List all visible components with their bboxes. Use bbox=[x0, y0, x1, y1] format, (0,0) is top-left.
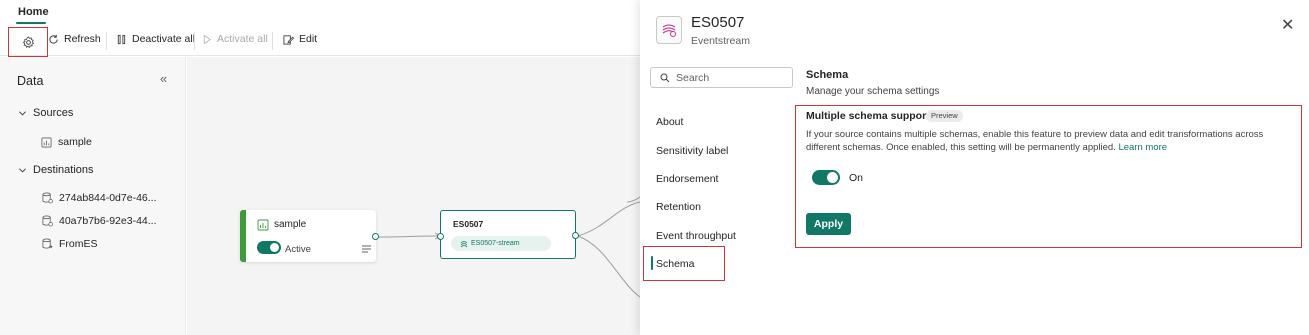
toggle-state-label: On bbox=[849, 172, 864, 184]
preview-badge: Preview bbox=[926, 110, 963, 122]
settings-panel: ES0507 Eventstream ✕ About Sensitivity l… bbox=[640, 0, 1309, 335]
edit-icon bbox=[283, 34, 294, 45]
eventstream-node-name: ES0507 bbox=[453, 219, 484, 229]
sample-data-icon bbox=[257, 219, 269, 231]
data-pane-title: Data bbox=[17, 74, 44, 88]
deactivate-all-label: Deactivate all bbox=[132, 33, 196, 45]
pause-icon bbox=[117, 34, 126, 44]
source-output-port[interactable] bbox=[372, 233, 379, 240]
toolbar-separator bbox=[106, 32, 107, 50]
refresh-button[interactable]: Refresh bbox=[48, 33, 101, 45]
multiple-schema-toggle[interactable] bbox=[812, 170, 840, 185]
toolbar-separator bbox=[194, 32, 195, 50]
stream-pill[interactable]: ES0507-stream bbox=[451, 236, 551, 251]
edit-label: Edit bbox=[299, 33, 318, 45]
collapse-pane-icon[interactable]: « bbox=[160, 71, 167, 86]
section-title: Schema bbox=[806, 69, 849, 81]
panel-title: ES0507 bbox=[691, 14, 745, 31]
stream-destination-icon bbox=[42, 238, 53, 249]
destination-item-label: FromES bbox=[59, 238, 98, 250]
eventstream-input-port[interactable] bbox=[437, 233, 444, 240]
panel-subtitle: Eventstream bbox=[691, 35, 750, 47]
toolbar-separator bbox=[272, 32, 273, 50]
source-node-status: Active bbox=[285, 244, 311, 255]
data-pane: Data « Sources sample Destinations 274ab… bbox=[0, 57, 186, 335]
stream-icon bbox=[460, 240, 468, 247]
apply-button[interactable]: Apply bbox=[806, 213, 851, 235]
ribbon-tabbar: Home bbox=[0, 0, 640, 26]
refresh-label: Refresh bbox=[64, 33, 101, 45]
stream-name: ES0507-stream bbox=[471, 240, 520, 247]
sample-data-icon bbox=[41, 137, 52, 147]
learn-more-link[interactable]: Learn more bbox=[1118, 142, 1167, 153]
destination-item[interactable]: 40a7b7b6-92e3-44... bbox=[42, 215, 157, 227]
destinations-label: Destinations bbox=[33, 164, 94, 176]
eventstream-canvas[interactable]: sample Active ES0507 ES0507-stream bbox=[187, 57, 640, 335]
source-item[interactable]: sample bbox=[41, 136, 92, 148]
activate-all-button[interactable]: Activate all bbox=[202, 33, 268, 45]
nav-retention[interactable]: Retention bbox=[656, 201, 701, 213]
settings-search[interactable] bbox=[650, 67, 793, 88]
play-icon bbox=[203, 34, 212, 44]
nav-about[interactable]: About bbox=[656, 116, 683, 128]
destination-item[interactable]: 274ab844-0d7e-46... bbox=[42, 192, 157, 204]
source-item-label: sample bbox=[58, 136, 92, 148]
nav-schema[interactable]: Schema bbox=[656, 258, 695, 270]
tab-home-underline bbox=[16, 22, 46, 24]
option-description: If your source contains multiple schemas… bbox=[806, 128, 1294, 154]
nav-active-indicator bbox=[651, 256, 653, 270]
nav-event-throughput[interactable]: Event throughput bbox=[656, 230, 736, 242]
destinations-group[interactable]: Destinations bbox=[18, 164, 94, 176]
toolbar: Refresh Deactivate all Activate all Edit bbox=[0, 26, 640, 56]
destination-item-label: 274ab844-0d7e-46... bbox=[59, 192, 157, 204]
gear-icon bbox=[22, 35, 34, 48]
chevron-down-icon bbox=[18, 110, 27, 116]
option-description-text: If your source contains multiple schemas… bbox=[806, 129, 1264, 153]
deactivate-all-button[interactable]: Deactivate all bbox=[116, 33, 195, 45]
search-icon bbox=[660, 73, 670, 82]
edit-button[interactable]: Edit bbox=[283, 33, 317, 45]
destination-item[interactable]: FromES bbox=[42, 238, 98, 250]
destination-item-label: 40a7b7b6-92e3-44... bbox=[59, 215, 157, 227]
settings-button[interactable] bbox=[8, 27, 48, 57]
source-node-name: sample bbox=[274, 219, 307, 230]
connector-lines bbox=[378, 196, 640, 298]
nav-endorsement[interactable]: Endorsement bbox=[656, 173, 718, 185]
lakehouse-icon bbox=[42, 215, 53, 227]
eventstream-node[interactable]: ES0507 ES0507-stream bbox=[440, 210, 576, 259]
eventstream-logo bbox=[656, 16, 682, 44]
search-input[interactable] bbox=[676, 71, 786, 84]
section-subtitle: Manage your schema settings bbox=[806, 86, 940, 97]
eventstream-output-port[interactable] bbox=[572, 232, 579, 239]
lakehouse-icon bbox=[42, 192, 53, 204]
tab-home[interactable]: Home bbox=[18, 6, 49, 18]
nav-sensitivity-label[interactable]: Sensitivity label bbox=[656, 145, 728, 157]
option-title: Multiple schema support bbox=[806, 110, 930, 122]
sources-group[interactable]: Sources bbox=[18, 107, 73, 119]
eventstream-icon bbox=[662, 24, 676, 37]
activate-all-label: Activate all bbox=[217, 33, 268, 45]
sources-label: Sources bbox=[33, 107, 74, 119]
source-active-toggle[interactable] bbox=[257, 241, 281, 254]
details-icon[interactable] bbox=[362, 245, 371, 253]
chevron-down-icon bbox=[18, 167, 27, 173]
close-icon[interactable]: ✕ bbox=[1281, 15, 1294, 35]
source-node[interactable]: sample Active bbox=[240, 210, 376, 262]
refresh-icon bbox=[49, 34, 58, 44]
schema-option-highlight bbox=[795, 105, 1302, 248]
